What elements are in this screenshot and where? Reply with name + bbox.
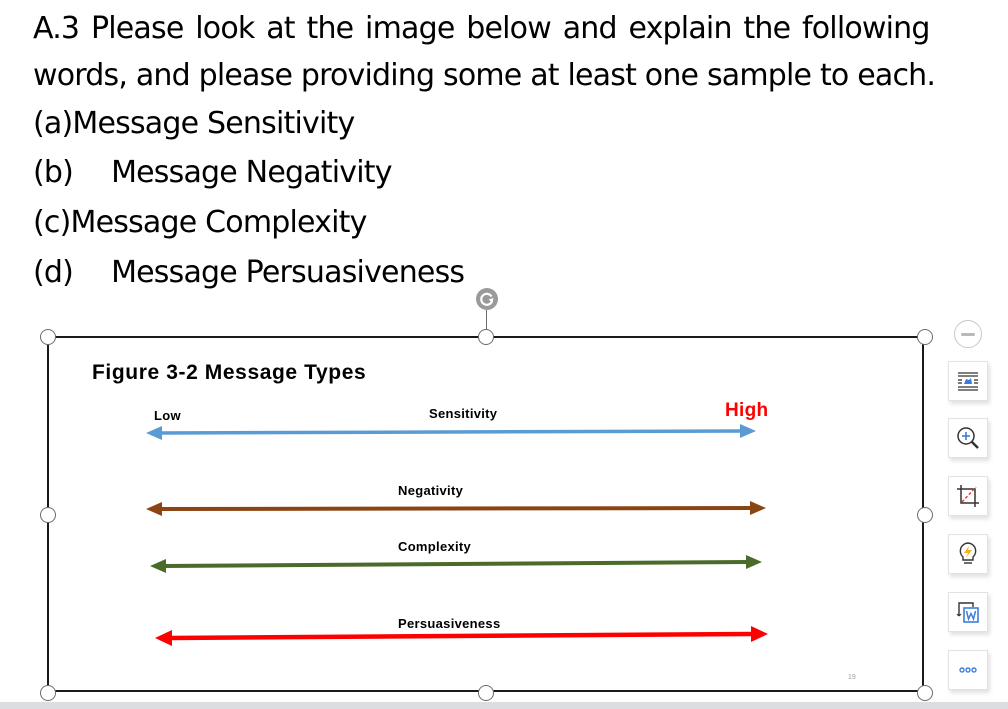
scale-label-complexity: Complexity — [398, 539, 472, 554]
question-item-a: (a)Message Sensitivity — [33, 106, 355, 142]
zoom-in-button[interactable] — [948, 418, 988, 458]
rotate-handle[interactable] — [476, 288, 498, 310]
resize-handle-top-left[interactable] — [40, 329, 56, 345]
word-convert-icon — [956, 602, 979, 623]
item-text: Message Persuasiveness — [111, 255, 465, 290]
page-number: 19 — [848, 674, 856, 681]
resize-handle-top[interactable] — [478, 329, 494, 345]
more-icon — [959, 667, 977, 673]
scale-label-sensitivity: Sensitivity — [429, 406, 498, 421]
item-marker: (c) — [33, 205, 71, 240]
resize-handle-bottom[interactable] — [478, 685, 494, 701]
smart-button[interactable] — [948, 534, 988, 574]
collapse-icon — [961, 332, 975, 336]
text-wrap-button[interactable] — [948, 361, 988, 401]
resize-handle-top-right[interactable] — [917, 329, 933, 345]
convert-to-word-button[interactable] — [948, 592, 988, 632]
item-text: Message Sensitivity — [72, 106, 355, 141]
resize-handle-right[interactable] — [917, 507, 933, 523]
text-wrap-icon — [958, 372, 978, 391]
zoom-in-icon — [957, 427, 979, 449]
question-line-1: A.3 Please look at the image below and e… — [33, 11, 930, 46]
question-item-d: (d) Message Persuasiveness — [33, 255, 465, 291]
scale-label-negativity: Negativity — [398, 483, 464, 498]
high-label: High — [725, 400, 769, 421]
low-label: Low — [154, 408, 181, 423]
figure-title: Figure 3-2 Message Types — [92, 361, 367, 384]
crop-button[interactable] — [948, 476, 988, 516]
lightbulb-icon — [959, 542, 977, 564]
resize-handle-bottom-right[interactable] — [917, 685, 933, 701]
item-text: Message Negativity — [111, 155, 392, 190]
more-options-button[interactable] — [948, 650, 988, 690]
question-item-c: (c)Message Complexity — [33, 205, 367, 241]
resize-handle-left[interactable] — [40, 507, 56, 523]
item-marker: (b) — [33, 155, 74, 190]
item-text: Message Complexity — [70, 205, 368, 240]
question-item-b: (b) Message Negativity — [33, 155, 393, 191]
item-marker: (a) — [33, 106, 73, 141]
resize-handle-bottom-left[interactable] — [40, 685, 56, 701]
item-marker: (d) — [33, 255, 74, 290]
collapse-toolbar-button[interactable] — [954, 320, 982, 348]
selected-image[interactable] — [47, 336, 924, 692]
crop-icon — [957, 485, 979, 507]
question-line-2: words, and please providing some at leas… — [33, 58, 936, 93]
bottom-scroll-bar — [0, 702, 1008, 709]
rotate-icon — [480, 292, 494, 306]
scale-label-persuasiveness: Persuasiveness — [398, 616, 501, 631]
